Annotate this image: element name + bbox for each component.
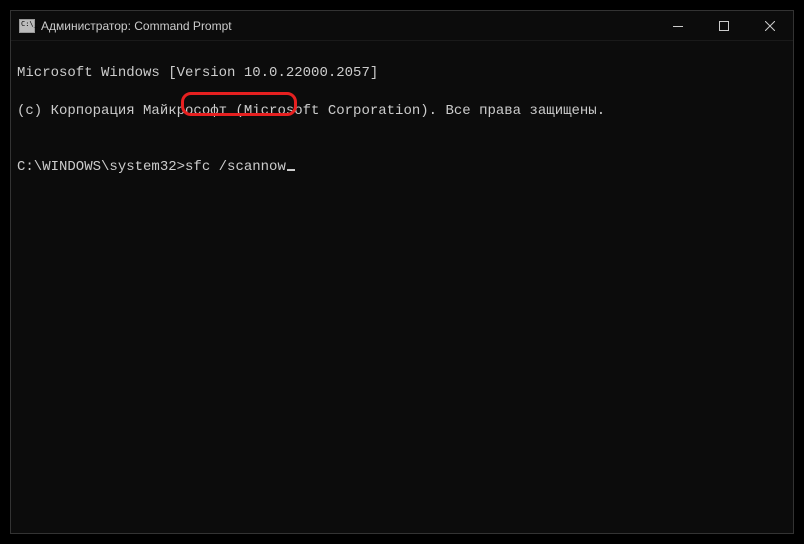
maximize-button[interactable] (701, 11, 747, 41)
prompt-path: C:\WINDOWS\system32> (17, 159, 185, 175)
titlebar[interactable]: Администратор: Command Prompt (11, 11, 793, 41)
cmd-icon (19, 19, 35, 33)
window-title: Администратор: Command Prompt (41, 19, 232, 33)
command-prompt-window: Администратор: Command Prompt Microsoft … (10, 10, 794, 534)
window-controls (655, 11, 793, 40)
command-text: sfc /scannow (185, 159, 286, 175)
close-icon (765, 21, 775, 31)
version-line: Microsoft Windows [Version 10.0.22000.20… (17, 64, 787, 83)
copyright-line: (c) Корпорация Майкрософт (Microsoft Cor… (17, 102, 787, 121)
cursor (287, 169, 295, 171)
minimize-button[interactable] (655, 11, 701, 41)
terminal-body[interactable]: Microsoft Windows [Version 10.0.22000.20… (11, 41, 793, 533)
maximize-icon (719, 21, 729, 31)
minimize-icon (673, 26, 683, 27)
titlebar-left: Администратор: Command Prompt (19, 19, 232, 33)
close-button[interactable] (747, 11, 793, 41)
prompt-line: C:\WINDOWS\system32>sfc /scannow (17, 158, 295, 177)
